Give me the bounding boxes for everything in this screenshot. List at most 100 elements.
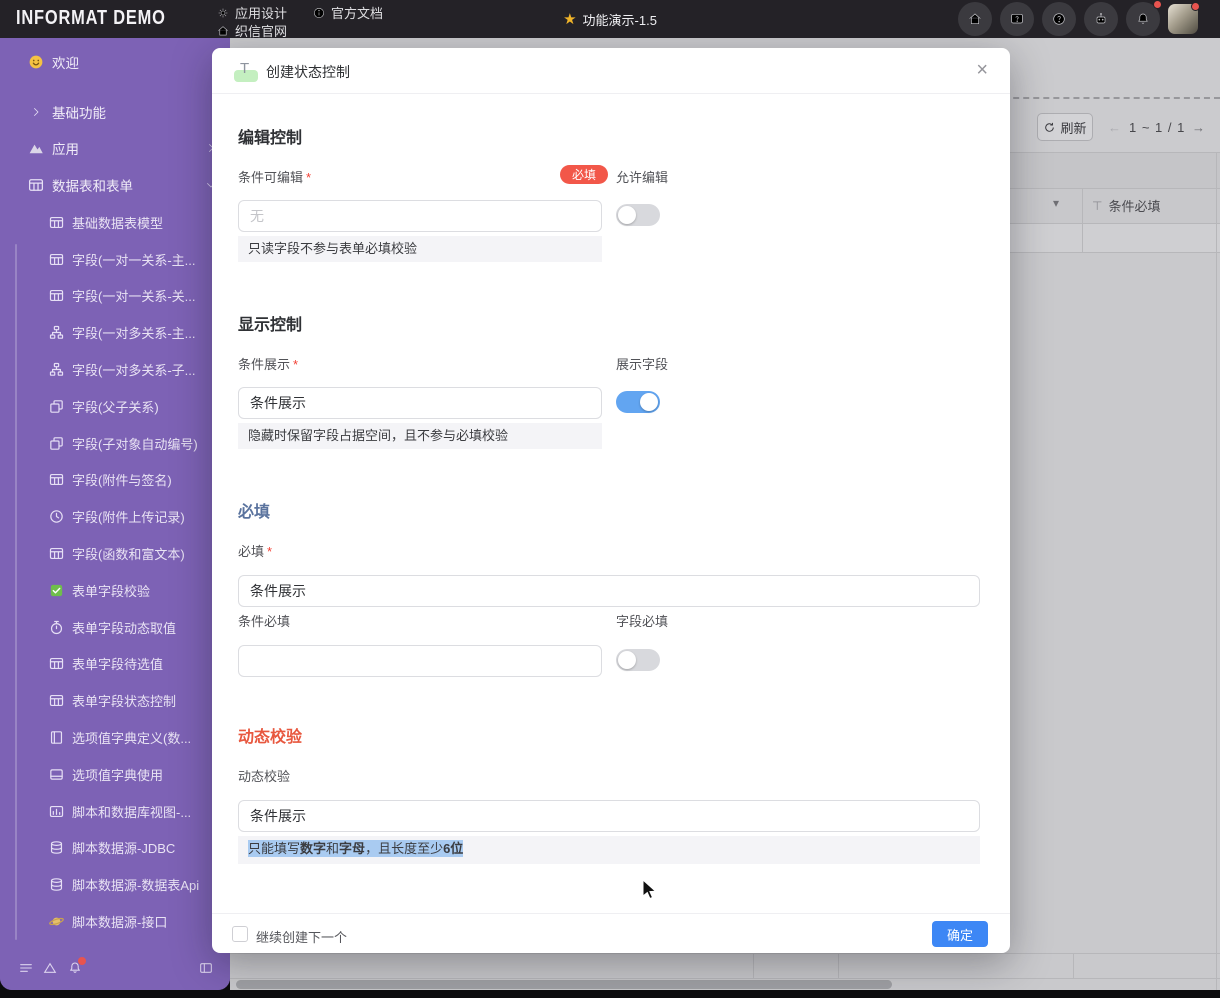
menu-icon[interactable] <box>18 960 34 976</box>
collapse-sidebar-icon[interactable] <box>198 960 214 976</box>
sidebar-subitem[interactable]: 字段(一对一关系-关... <box>0 278 230 315</box>
required-asterisk: * <box>267 544 273 559</box>
notifications-button[interactable] <box>1126 0 1162 36</box>
sidebar-subitem-label: 字段(函数和富文本) <box>72 547 185 563</box>
sidebar-subitem[interactable]: 字段(一对多关系-主... <box>0 314 230 351</box>
triangle-icon[interactable] <box>42 960 58 976</box>
help-button[interactable] <box>1042 2 1076 36</box>
sidebar-item-tables-forms[interactable]: 数据表和表单 <box>0 168 230 202</box>
condition-editable-input[interactable] <box>238 200 602 232</box>
sidebar-subitem-label: 选项值字典定义(数... <box>72 731 192 747</box>
database-icon <box>48 839 65 856</box>
sidebar-item-apps[interactable]: 应用 <box>0 131 230 165</box>
column-header-label: 条件必填 <box>1108 199 1161 214</box>
table-icon <box>48 655 65 672</box>
notification-badge <box>1153 0 1162 9</box>
check-icon <box>48 582 65 599</box>
dialog-header: T 创建状态控制 × <box>212 48 1010 94</box>
help-text-hidden: 隐藏时保留字段占据空间，且不参与必填校验 <box>238 423 602 449</box>
assistant-button[interactable] <box>1084 2 1118 36</box>
avatar-badge <box>1191 2 1200 11</box>
header-actions <box>958 0 1200 36</box>
condition-required-input[interactable] <box>238 645 602 677</box>
prev-page-arrow[interactable]: ← <box>1108 113 1121 141</box>
continue-create-label: 继续创建下一个 <box>256 930 348 945</box>
field-label-condition-required: 条件必填 <box>238 614 291 629</box>
saturn-icon <box>48 913 65 930</box>
horizontal-scrollbar[interactable] <box>236 980 892 989</box>
column-dropdown-caret[interactable]: ▾ <box>1053 196 1059 210</box>
sidebar-subitem[interactable]: 选项值字典使用 <box>0 756 230 793</box>
sidebar-subitem[interactable]: 脚本和数据库视图-... <box>0 793 230 830</box>
sidebar-subitem[interactable]: 字段(一对一关系-主... <box>0 241 230 278</box>
sidebar-subitem-label: 表单字段状态控制 <box>72 694 177 710</box>
sidebar-item-basic-features[interactable]: 基础功能 <box>0 95 230 129</box>
allow-edit-toggle[interactable] <box>616 204 660 226</box>
dynamic-validation-input[interactable] <box>238 800 980 832</box>
field-required-toggle[interactable] <box>616 649 660 671</box>
column-header-condition-required[interactable]: ⊤ 条件必填 <box>1092 196 1160 215</box>
required-asterisk: * <box>306 170 312 185</box>
sidebar-subitem[interactable]: 表单字段待选值 <box>0 646 230 683</box>
table-icon <box>48 287 65 304</box>
sidebar: 欢迎 基础功能 应用 数据表和表单 基础数据表模型 字段(一对一关系-主... … <box>0 38 230 990</box>
sidebar-subitem[interactable]: 字段(附件上传记录) <box>0 498 230 535</box>
condition-display-input[interactable] <box>238 387 602 419</box>
app-logo: INFORMAT DEMO <box>16 7 166 29</box>
sidebar-subitem-label: 字段(附件上传记录) <box>72 510 185 526</box>
sidebar-subitem-label: 字段(一对一关系-主... <box>72 252 196 268</box>
bell-icon <box>1135 11 1151 27</box>
database-icon <box>48 876 65 893</box>
sidebar-subitem[interactable]: 脚本数据源-接口 <box>0 903 230 940</box>
field-label-condition-display: 条件展示 * <box>238 357 299 372</box>
sidebar-subitem-label: 脚本数据源-接口 <box>72 915 168 931</box>
dialog-footer: 继续创建下一个 确定 <box>212 913 1010 953</box>
feedback-icon <box>1009 11 1025 27</box>
section-heading-display-control: 显示控制 <box>238 317 303 334</box>
sidebar-subitem[interactable]: 表单字段校验 <box>0 572 230 609</box>
sidebar-subitem-label: 字段(父子关系) <box>72 399 159 415</box>
sidebar-subitem[interactable]: 表单字段动态取值 <box>0 609 230 646</box>
sidebar-subitem[interactable]: 基础数据表模型 <box>0 204 230 241</box>
confirm-button[interactable]: 确定 <box>932 921 988 947</box>
sidebar-item-label: 应用 <box>52 142 79 157</box>
required-input[interactable] <box>238 575 980 607</box>
sidebar-subitem[interactable]: 字段(一对多关系-子... <box>0 351 230 388</box>
refresh-button[interactable]: 刷新 <box>1037 113 1093 141</box>
panel-icon <box>48 766 65 783</box>
nav-official-site[interactable]: 织信官网 <box>216 21 287 40</box>
avatar[interactable] <box>1168 2 1200 34</box>
field-label-required: 必填 * <box>238 544 273 559</box>
feedback-button[interactable] <box>1000 2 1034 36</box>
continue-create-checkbox[interactable] <box>232 926 248 942</box>
sidebar-subitem[interactable]: 字段(子对象自动编号) <box>0 425 230 462</box>
required-badge: 必填 <box>560 165 608 184</box>
close-icon[interactable]: × <box>976 58 988 82</box>
sidebar-subitem[interactable]: 字段(函数和富文本) <box>0 535 230 572</box>
next-page-arrow[interactable]: → <box>1192 113 1205 141</box>
toggle-label-show-field: 展示字段 <box>616 357 669 372</box>
nav-app-design[interactable]: 应用设计 <box>216 3 287 22</box>
sidebar-subitem[interactable]: 表单字段状态控制 <box>0 682 230 719</box>
nav-official-docs[interactable]: 官方文档 <box>312 3 383 22</box>
tree-icon <box>48 324 65 341</box>
sidebar-subitem[interactable]: 脚本数据源-数据表Api <box>0 866 230 903</box>
show-field-toggle[interactable] <box>616 391 660 413</box>
section-heading-edit-control: 编辑控制 <box>238 130 303 147</box>
section-heading-required: 必填 <box>238 504 271 521</box>
text-type-icon: T <box>234 60 258 82</box>
workspace-switcher[interactable]: ★ 功能演示-1.5 <box>563 0 657 38</box>
gear-icon <box>216 6 230 20</box>
mouse-cursor <box>642 878 657 900</box>
mountain-icon <box>27 139 45 157</box>
selected-help-text: 只能填写数字和字母，且长度至少6位 <box>248 840 464 857</box>
sidebar-item-welcome[interactable]: 欢迎 <box>0 45 230 79</box>
toggle-label-allow-edit: 允许编辑 <box>616 170 669 185</box>
sidebar-subitem[interactable]: 选项值字典定义(数... <box>0 719 230 756</box>
create-state-control-dialog: T 创建状态控制 × 编辑控制 条件可编辑* 必填 允许编辑 只读字段不参与表单… <box>212 48 1010 953</box>
sidebar-subitem[interactable]: 字段(父子关系) <box>0 388 230 425</box>
sidebar-subitem[interactable]: 脚本数据源-JDBC <box>0 830 230 867</box>
app-window: INFORMAT DEMO 应用设计 官方文档 织信官网 ★ 功能演示-1.5 <box>0 0 1220 998</box>
home-button[interactable] <box>958 2 992 36</box>
sidebar-subitem[interactable]: 字段(附件与签名) <box>0 462 230 499</box>
